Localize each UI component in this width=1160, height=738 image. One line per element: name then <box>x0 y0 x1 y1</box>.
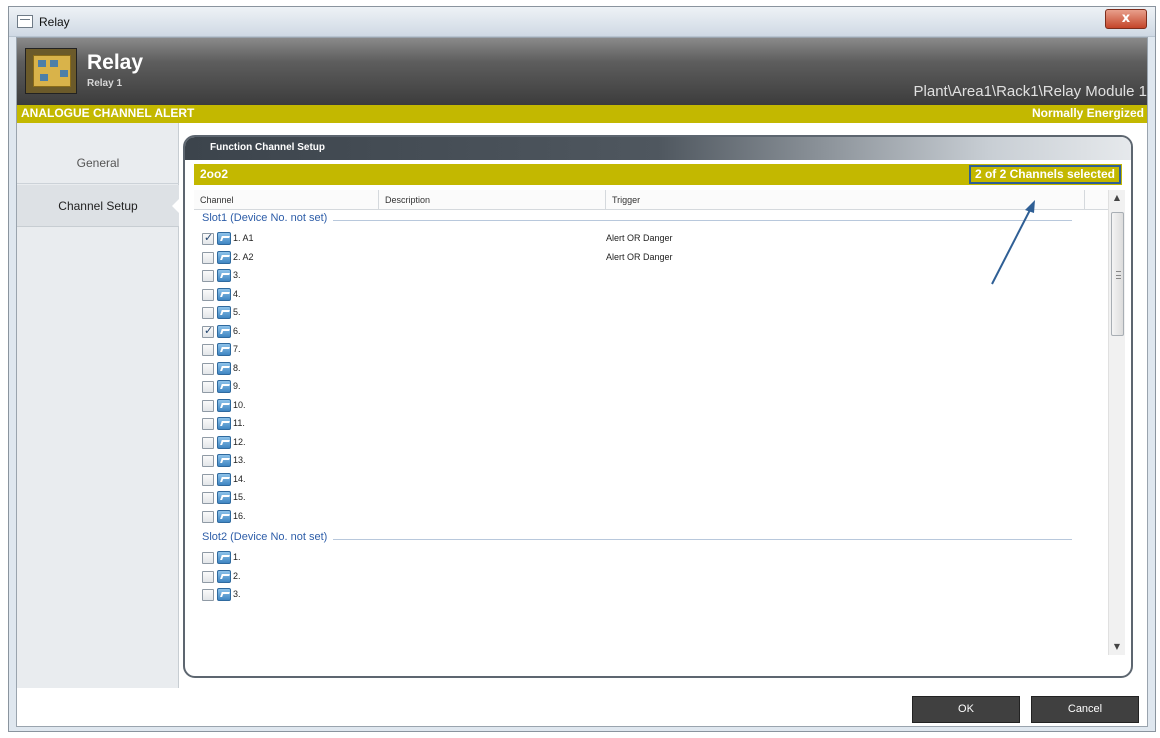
annotation-arrow-line <box>991 207 1032 285</box>
annotation-arrow <box>991 200 1035 285</box>
annotation-arrow-head <box>1025 200 1035 213</box>
relay-window: Relay x Relay Relay 1 Plant\Area1\Rack1\… <box>8 6 1156 732</box>
cancel-button[interactable]: Cancel <box>1031 696 1139 723</box>
title-bar[interactable]: Relay x <box>9 7 1155 37</box>
window-app-icon <box>17 15 33 28</box>
screen: Relay x Relay Relay 1 Plant\Area1\Rack1\… <box>0 0 1160 738</box>
window-title: Relay <box>39 15 70 29</box>
ok-button[interactable]: OK <box>912 696 1020 723</box>
close-button[interactable]: x <box>1105 9 1147 29</box>
dialog-footer: OK Cancel <box>17 688 1147 726</box>
dialog-client: Relay Relay 1 Plant\Area1\Rack1\Relay Mo… <box>16 37 1148 727</box>
